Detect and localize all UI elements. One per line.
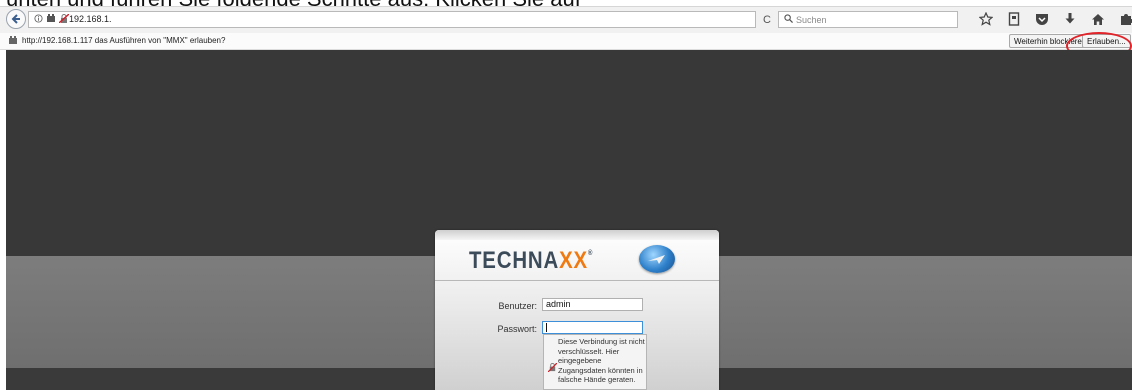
url-text: 192.168.1.: [69, 14, 112, 24]
insecure-lock-icon[interactable]: [59, 14, 69, 23]
bookmark-star-icon[interactable]: [978, 11, 994, 27]
back-arrow-icon: [11, 14, 20, 24]
plugin-icon[interactable]: [46, 14, 56, 23]
plugin-icon: [9, 36, 17, 44]
username-field[interactable]: admin: [542, 298, 643, 311]
info-icon[interactable]: [34, 14, 43, 23]
tooltip-text: Diese Verbindung ist nicht verschlüsselt…: [558, 337, 645, 384]
page-background-top: [6, 50, 1132, 256]
insecure-login-tooltip: Diese Verbindung ist nicht verschlüsselt…: [543, 334, 647, 390]
technaxx-logo: TECHNAXX®: [469, 247, 593, 275]
username-label: Benutzer:: [498, 301, 537, 311]
globe-logo-icon: [639, 245, 675, 273]
plugin-notification-bar: http://192.168.1.117 das Ausführen von "…: [0, 32, 1132, 60]
notification-text: http://192.168.1.117 das Ausführen von "…: [22, 36, 226, 45]
reload-icon[interactable]: C: [763, 14, 771, 26]
password-label: Passwort:: [497, 324, 537, 334]
insecure-lock-icon: [548, 363, 557, 372]
search-placeholder: Suchen: [796, 15, 827, 25]
addons-puzzle-icon[interactable]: [1118, 11, 1132, 27]
text-caret: [546, 323, 547, 332]
back-button[interactable]: [6, 9, 26, 29]
login-separator: [435, 280, 719, 281]
browser-toolbar: 192.168.1. C Suchen: [0, 6, 1132, 34]
login-panel-header: [435, 230, 719, 240]
library-icon[interactable]: [1006, 11, 1022, 27]
pocket-icon[interactable]: [1034, 11, 1050, 27]
brand-main: TECHNA: [469, 247, 560, 274]
search-input[interactable]: Suchen: [778, 11, 958, 28]
brand-accent: XX: [559, 247, 589, 274]
url-bar[interactable]: 192.168.1.: [28, 11, 756, 28]
password-field[interactable]: [542, 321, 643, 334]
registered-mark: ®: [588, 250, 594, 257]
home-icon[interactable]: [1090, 11, 1106, 27]
download-icon[interactable]: [1062, 11, 1078, 27]
login-panel: TECHNAXX® Benutzer: admin Passwort: Dies…: [435, 230, 719, 390]
search-icon: [784, 14, 793, 23]
